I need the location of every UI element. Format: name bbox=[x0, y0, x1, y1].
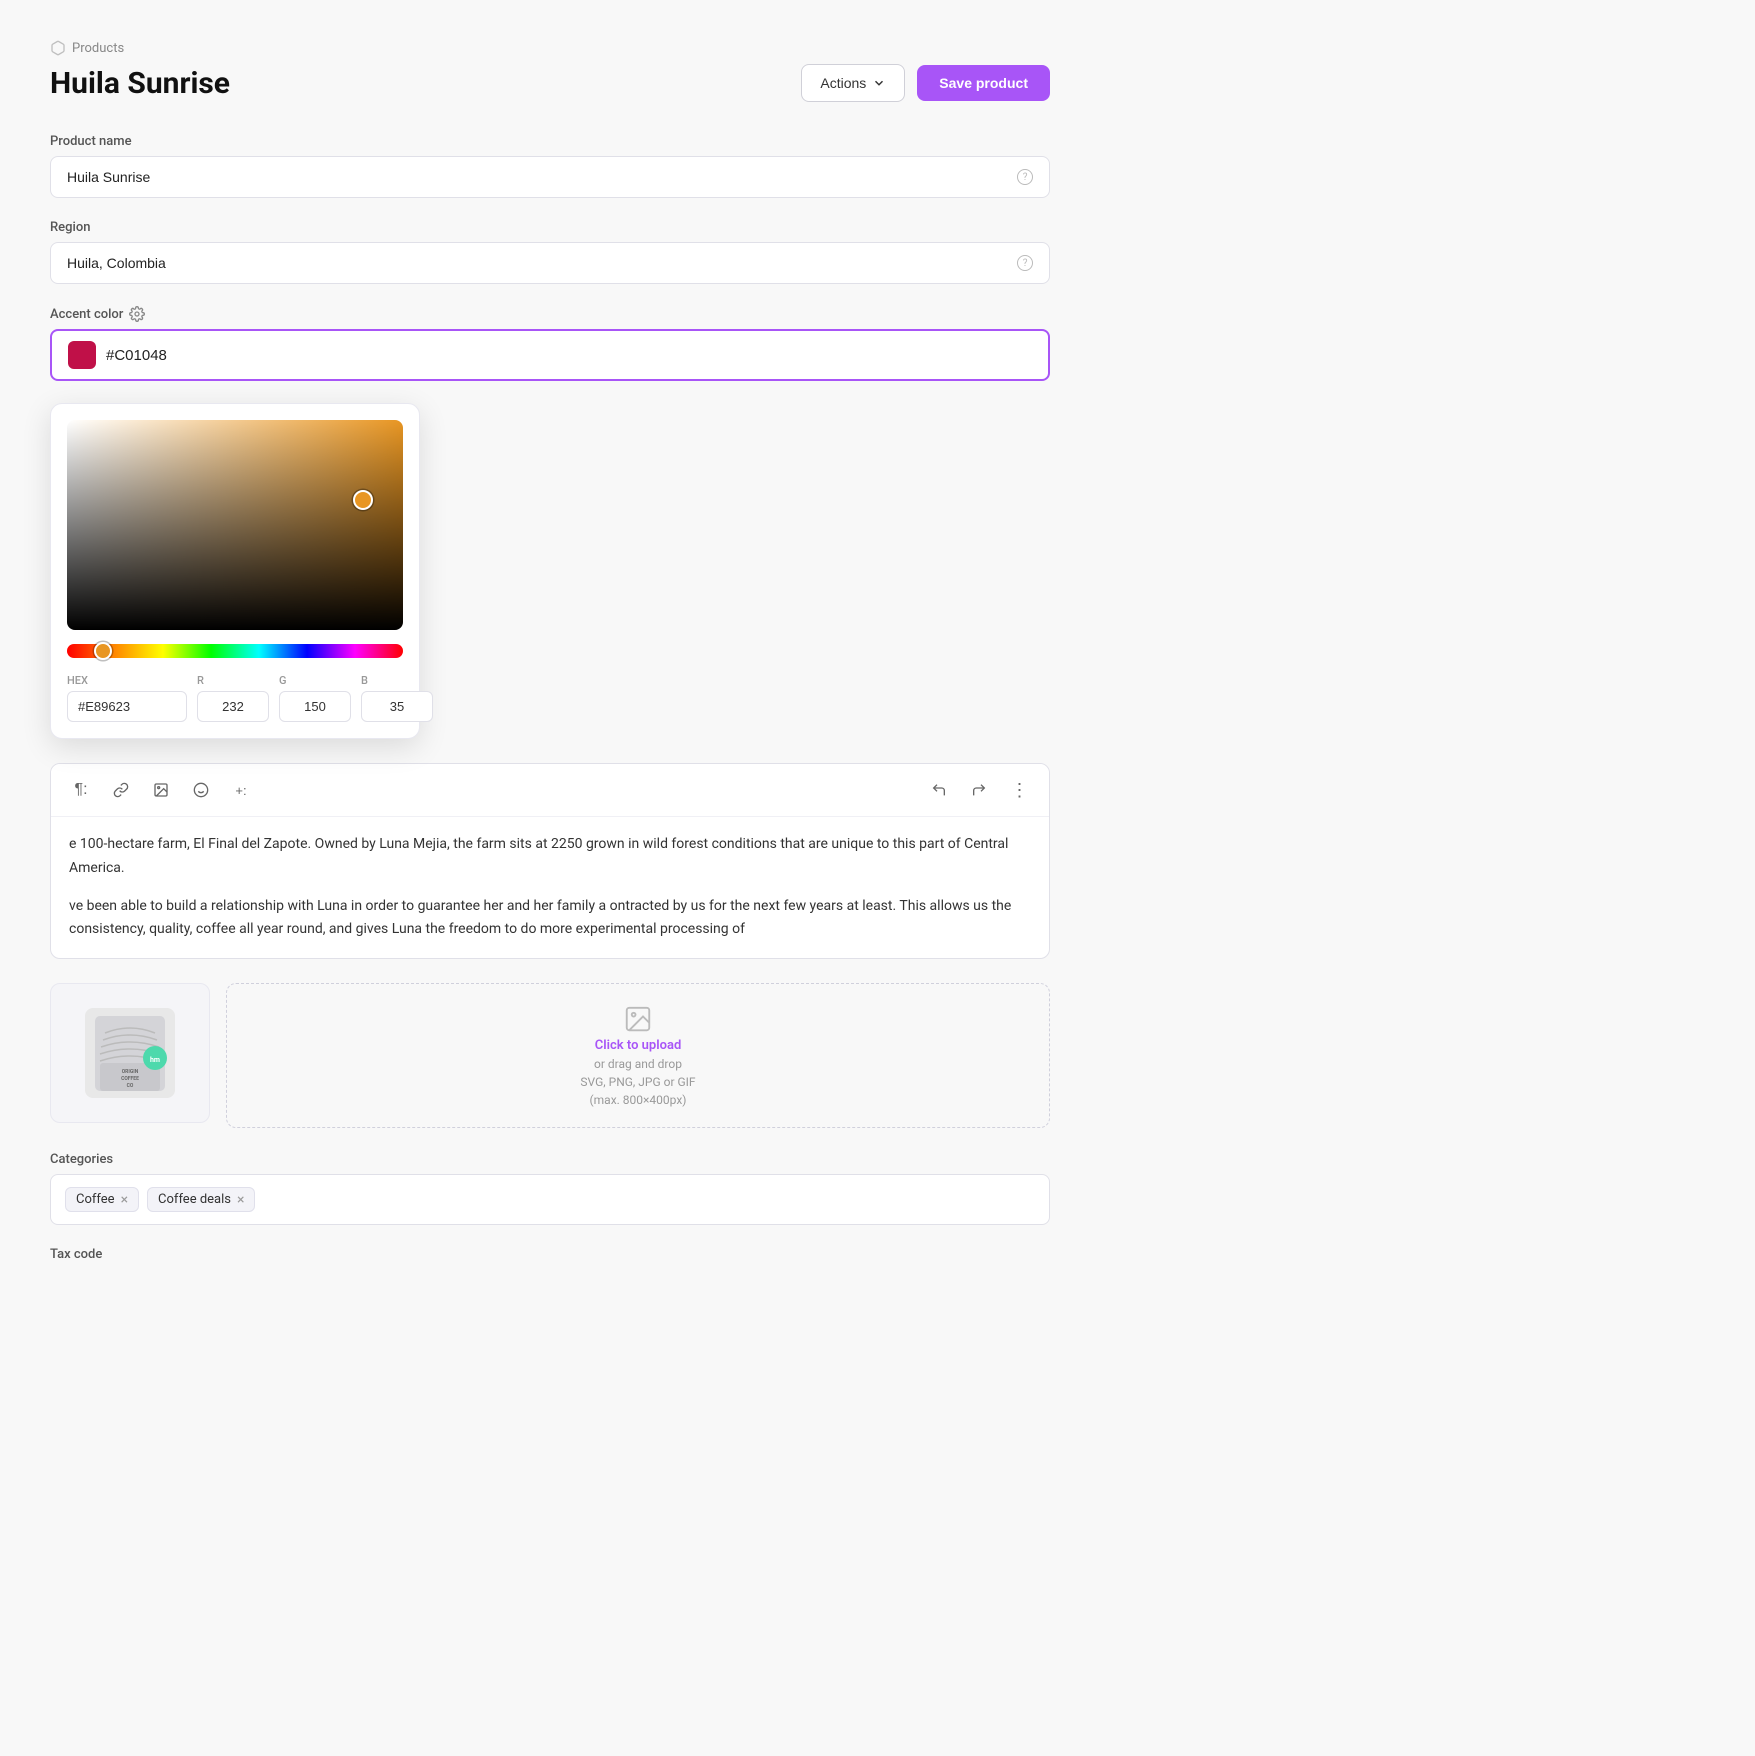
images-container: ORIGIN COFFEE CO hm Click to upload or d… bbox=[50, 983, 1050, 1128]
color-gradient[interactable] bbox=[67, 420, 403, 630]
accent-color-field: Accent color bbox=[50, 306, 1050, 381]
emoji-button[interactable] bbox=[185, 774, 217, 806]
breadcrumb: Products bbox=[50, 40, 1050, 56]
accent-color-label: Accent color bbox=[50, 306, 1050, 322]
product-name-label: Product name bbox=[50, 134, 1050, 149]
undo-button[interactable] bbox=[923, 774, 955, 806]
editor-body[interactable]: e 100-hectare farm, El Final del Zapote.… bbox=[51, 817, 1049, 958]
region-field: Region ? bbox=[50, 220, 1050, 284]
redo-button[interactable] bbox=[963, 774, 995, 806]
svg-text:ORIGIN: ORIGIN bbox=[122, 1069, 139, 1075]
region-info-icon[interactable]: ? bbox=[1017, 255, 1033, 271]
chevron-down-icon bbox=[872, 76, 886, 90]
svg-text:COFFEE: COFFEE bbox=[121, 1076, 139, 1082]
image-button[interactable] bbox=[145, 774, 177, 806]
actions-label: Actions bbox=[820, 75, 866, 91]
insert-icon: +: bbox=[235, 783, 246, 798]
r-label: R bbox=[197, 674, 269, 687]
editor-paragraph-1: e 100-hectare farm, El Final del Zapote.… bbox=[69, 833, 1031, 881]
page-title: Huila Sunrise bbox=[50, 66, 230, 101]
b-input[interactable] bbox=[361, 691, 433, 722]
svg-text:hm: hm bbox=[150, 1056, 160, 1064]
color-picker-panel: HEX R G B bbox=[50, 403, 420, 739]
existing-image-thumb[interactable]: ORIGIN COFFEE CO hm bbox=[50, 983, 210, 1123]
editor-toolbar: ¶: bbox=[51, 764, 1049, 817]
tag-coffee-deals: Coffee deals × bbox=[147, 1187, 255, 1212]
rainbow-thumb[interactable] bbox=[94, 642, 112, 660]
images-section: ORIGIN COFFEE CO hm Click to upload or d… bbox=[50, 983, 1050, 1128]
tag-coffee: Coffee × bbox=[65, 1187, 139, 1212]
categories-tag-container[interactable]: Coffee × Coffee deals × bbox=[50, 1174, 1050, 1225]
color-cursor[interactable] bbox=[353, 490, 373, 510]
tax-code-label: Tax code bbox=[50, 1247, 1050, 1262]
undo-icon bbox=[931, 782, 947, 798]
r-group: R bbox=[197, 674, 269, 722]
paragraph-button[interactable]: ¶: bbox=[65, 774, 97, 806]
more-options-button[interactable]: ⋮ bbox=[1003, 774, 1035, 806]
accent-color-input-wrapper[interactable] bbox=[50, 329, 1050, 381]
upload-primary-label: Click to upload bbox=[595, 1038, 682, 1053]
accent-color-swatch bbox=[68, 341, 96, 369]
insert-button[interactable]: +: bbox=[225, 774, 257, 806]
b-group: B bbox=[361, 674, 433, 722]
accent-color-input[interactable] bbox=[106, 347, 1032, 364]
product-name-field: Product name ? bbox=[50, 134, 1050, 198]
hex-input[interactable] bbox=[67, 691, 187, 722]
image-icon bbox=[153, 782, 169, 798]
emoji-icon bbox=[193, 782, 209, 798]
r-input[interactable] bbox=[197, 691, 269, 722]
region-label: Region bbox=[50, 220, 1050, 235]
region-input-wrapper[interactable]: ? bbox=[50, 242, 1050, 284]
tag-coffee-deals-label: Coffee deals bbox=[158, 1192, 231, 1207]
breadcrumb-label: Products bbox=[72, 41, 124, 56]
redo-icon bbox=[971, 782, 987, 798]
link-button[interactable] bbox=[105, 774, 137, 806]
upload-area[interactable]: Click to upload or drag and drop SVG, PN… bbox=[226, 983, 1050, 1128]
categories-section: Categories Coffee × Coffee deals × bbox=[50, 1152, 1050, 1225]
color-rainbow-bar[interactable] bbox=[67, 644, 403, 658]
rich-text-editor: ¶: bbox=[50, 763, 1050, 959]
more-icon: ⋮ bbox=[1011, 780, 1028, 801]
upload-format-label: SVG, PNG, JPG or GIF bbox=[580, 1075, 695, 1089]
tag-coffee-remove[interactable]: × bbox=[121, 1193, 128, 1207]
region-input[interactable] bbox=[67, 255, 1017, 271]
editor-paragraph-2: ve been able to build a relationship wit… bbox=[69, 895, 1031, 943]
actions-button[interactable]: Actions bbox=[801, 64, 905, 102]
hex-group: HEX bbox=[67, 674, 187, 722]
coffee-bag-image: ORIGIN COFFEE CO hm bbox=[70, 998, 190, 1108]
header-actions: Actions Save product bbox=[801, 64, 1050, 102]
cube-icon bbox=[50, 40, 66, 56]
upload-secondary-label: or drag and drop bbox=[594, 1057, 682, 1071]
upload-image-icon bbox=[623, 1004, 653, 1034]
tag-coffee-label: Coffee bbox=[76, 1192, 115, 1207]
upload-size-label: (max. 800×400px) bbox=[590, 1093, 687, 1107]
g-input[interactable] bbox=[279, 691, 351, 722]
paragraph-icon: ¶: bbox=[74, 781, 87, 799]
save-product-button[interactable]: Save product bbox=[917, 65, 1050, 101]
product-name-input-wrapper[interactable]: ? bbox=[50, 156, 1050, 198]
color-values: HEX R G B bbox=[67, 674, 403, 722]
categories-label: Categories bbox=[50, 1152, 1050, 1167]
tag-coffee-deals-remove[interactable]: × bbox=[237, 1193, 244, 1207]
product-name-input[interactable] bbox=[67, 169, 1017, 185]
product-name-info-icon[interactable]: ? bbox=[1017, 169, 1033, 185]
page-header: Huila Sunrise Actions Save product bbox=[50, 64, 1050, 102]
settings-icon[interactable] bbox=[129, 306, 145, 322]
svg-text:CO: CO bbox=[127, 1083, 134, 1089]
b-label: B bbox=[361, 674, 433, 687]
tax-code-field: Tax code bbox=[50, 1247, 1050, 1262]
g-label: G bbox=[279, 674, 351, 687]
link-icon bbox=[113, 782, 129, 798]
hex-label: HEX bbox=[67, 674, 187, 687]
g-group: G bbox=[279, 674, 351, 722]
